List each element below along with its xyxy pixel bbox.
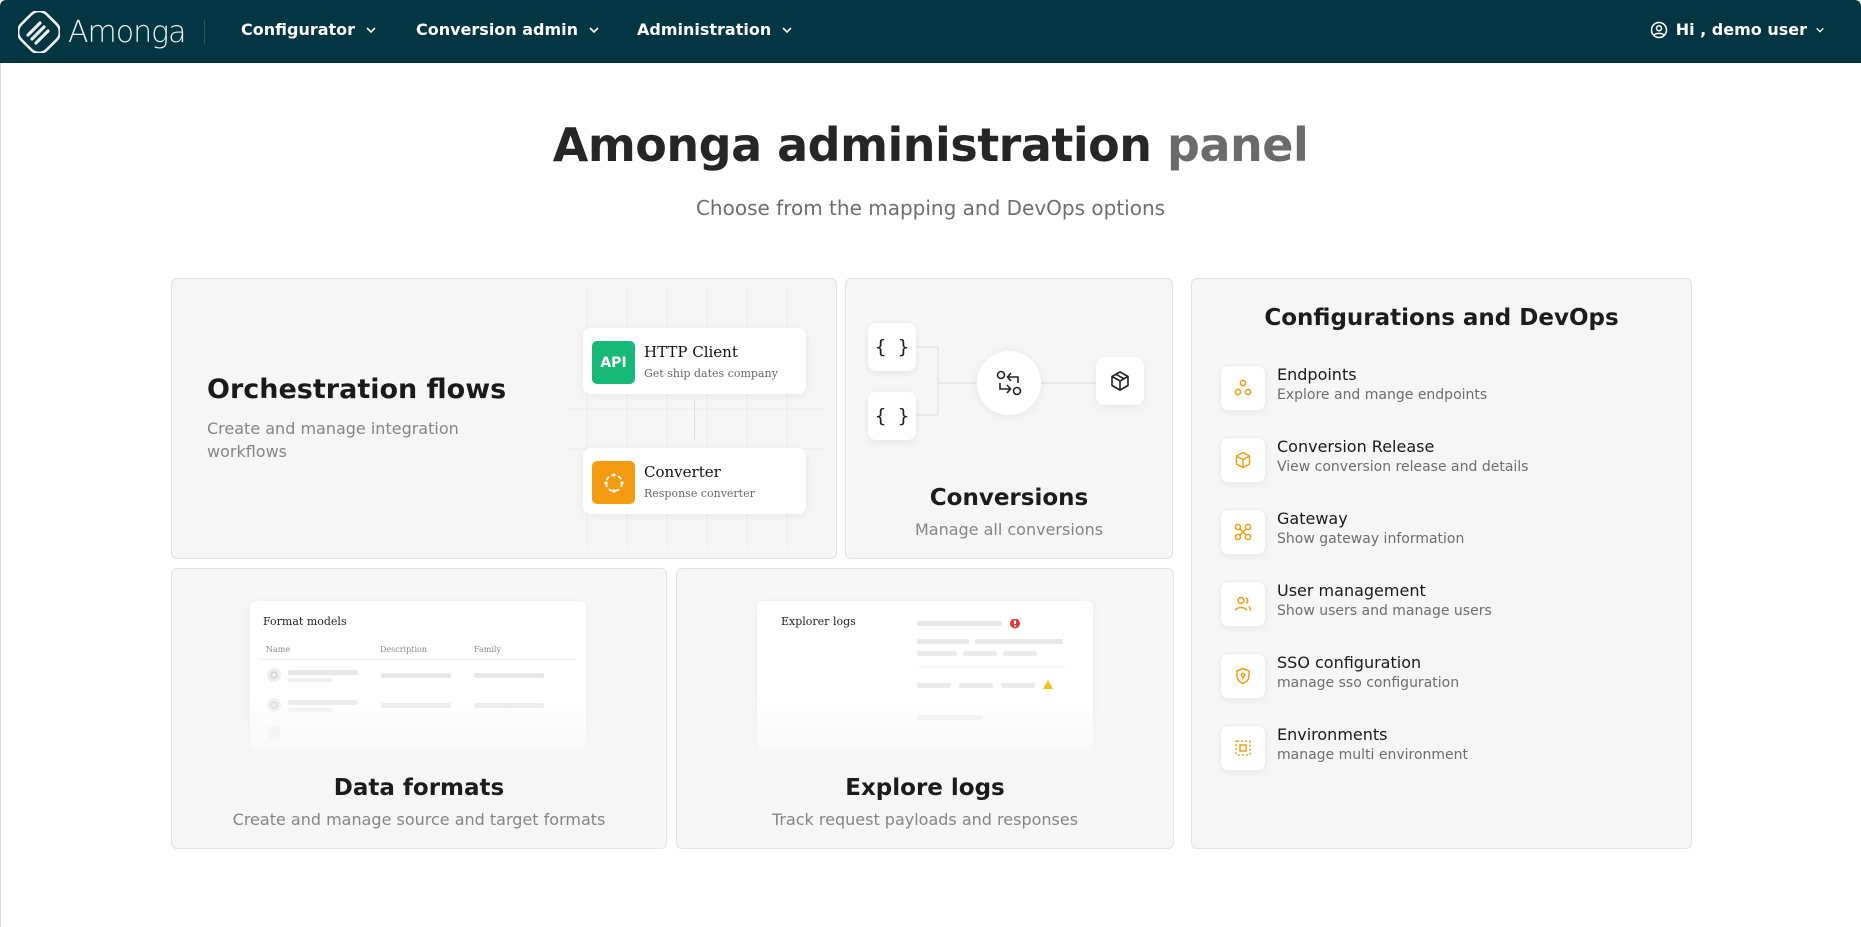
- card-title: Orchestration flows: [207, 374, 507, 405]
- conversions-card[interactable]: { } { } Conversions Manage all conversio…: [845, 278, 1173, 559]
- chevron-down-icon: [589, 26, 599, 33]
- config-item-label: User management: [1277, 581, 1426, 600]
- preview-title: Explorer logs: [781, 615, 856, 628]
- explore-logs-card[interactable]: Explorer logs Explore logs Track request…: [676, 568, 1174, 849]
- config-item-description: manage sso configuration: [1277, 675, 1460, 691]
- node-title: HTTP Client: [644, 343, 738, 361]
- config-item-user-management[interactable]: User management Show users and manage us…: [1220, 579, 1660, 629]
- endpoints-icon: [1220, 365, 1266, 411]
- card-description: Track request payloads and responses: [771, 810, 1079, 829]
- config-item-endpoints[interactable]: Endpoints Explore and mange endpoints: [1220, 363, 1660, 413]
- top-nav-bar: Amonga Configurator Conversion admin Adm…: [0, 0, 1861, 63]
- preview-column-header: Name: [266, 645, 291, 654]
- nav-menu-conversion-admin[interactable]: Conversion admin: [416, 20, 600, 39]
- preview-column-header: Description: [380, 645, 427, 654]
- box-icon: [1220, 437, 1266, 483]
- users-icon: [1220, 581, 1266, 627]
- page-edge: [0, 63, 1, 927]
- chevron-down-icon: [782, 26, 792, 33]
- chevron-down-icon: [1816, 27, 1824, 33]
- card-title: Conversions: [929, 485, 1089, 511]
- logo-text: Amonga: [68, 14, 187, 50]
- node-subtitle: Response converter: [644, 487, 755, 500]
- package-icon: [1096, 357, 1144, 405]
- card-title: Data formats: [333, 775, 505, 801]
- nav-menu-administration[interactable]: Administration: [637, 20, 793, 39]
- config-item-description: View conversion release and details: [1277, 459, 1529, 475]
- config-item-description: Show users and manage users: [1277, 603, 1492, 619]
- config-item-label: Gateway: [1277, 509, 1348, 528]
- card-description: Create and manage integration workflows: [207, 419, 459, 461]
- config-item-label: Environments: [1277, 725, 1388, 744]
- node-title: Converter: [644, 463, 721, 481]
- card-title: Explore logs: [845, 775, 1005, 801]
- amonga-logo[interactable]: Amonga: [18, 10, 187, 54]
- user-menu[interactable]: Hi , demo user: [1650, 20, 1825, 39]
- config-item-environments[interactable]: Environments manage multi environment: [1220, 723, 1660, 773]
- config-item-description: Show gateway information: [1277, 531, 1465, 547]
- config-item-sso-configuration[interactable]: SSO configuration manage sso configurati…: [1220, 651, 1660, 701]
- json-brace-icon: { }: [868, 392, 916, 440]
- preview-divider: [260, 659, 576, 660]
- orchestration-flows-card[interactable]: Orchestration flows Create and manage in…: [171, 278, 837, 559]
- page-title-accent: panel: [1167, 118, 1309, 172]
- config-item-gateway[interactable]: Gateway Show gateway information: [1220, 507, 1660, 557]
- node-subtitle: Get ship dates company: [644, 367, 778, 380]
- page-subtitle: Choose from the mapping and DevOps optio…: [695, 196, 1166, 220]
- flow-node-http-client: API HTTP Client Get ship dates company: [583, 328, 806, 394]
- flow-connector: [694, 401, 695, 439]
- data-formats-card[interactable]: Format models Name Description Family Da…: [171, 568, 667, 849]
- api-icon: API: [592, 341, 635, 384]
- environment-icon: [1220, 725, 1266, 771]
- user-circle-icon: [1650, 21, 1667, 38]
- user-greeting: Hi , demo user: [1675, 20, 1807, 39]
- nav-divider: [204, 19, 205, 45]
- page-title: Amonga administration panel: [0, 118, 1861, 172]
- config-item-description: manage multi environment: [1277, 747, 1469, 763]
- preview-column-header: Family: [474, 645, 501, 654]
- nav-menu-configurator[interactable]: Configurator: [241, 20, 377, 39]
- nav-menu-label: Configurator: [241, 20, 356, 39]
- card-title: Configurations and DevOps: [1264, 305, 1619, 331]
- config-item-label: SSO configuration: [1277, 653, 1422, 672]
- nav-menu-label: Conversion admin: [416, 20, 579, 39]
- gateway-icon: [1220, 509, 1266, 555]
- preview-title: Format models: [263, 615, 347, 628]
- preview-fade: [677, 698, 1173, 768]
- config-item-label: Endpoints: [1277, 365, 1357, 384]
- nav-menu-label: Administration: [637, 20, 772, 39]
- conversion-arrows-icon: [977, 351, 1041, 415]
- configurations-devops-card: Configurations and DevOps Endpoints Expl…: [1191, 278, 1692, 849]
- config-item-description: Explore and mange endpoints: [1277, 387, 1488, 403]
- json-brace-icon: { }: [868, 323, 916, 371]
- config-item-conversion-release[interactable]: Conversion Release View conversion relea…: [1220, 435, 1660, 485]
- page-title-main: Amonga administration: [552, 118, 1152, 172]
- converter-icon: [592, 461, 635, 504]
- chevron-down-icon: [366, 26, 376, 33]
- flow-node-converter: Converter Response converter: [583, 448, 806, 514]
- preview-fade: [172, 698, 666, 768]
- card-description: Manage all conversions: [914, 520, 1104, 539]
- config-item-label: Conversion Release: [1277, 437, 1435, 456]
- card-description: Create and manage source and target form…: [232, 810, 606, 829]
- logo-icon: [18, 11, 60, 53]
- shield-icon: [1220, 653, 1266, 699]
